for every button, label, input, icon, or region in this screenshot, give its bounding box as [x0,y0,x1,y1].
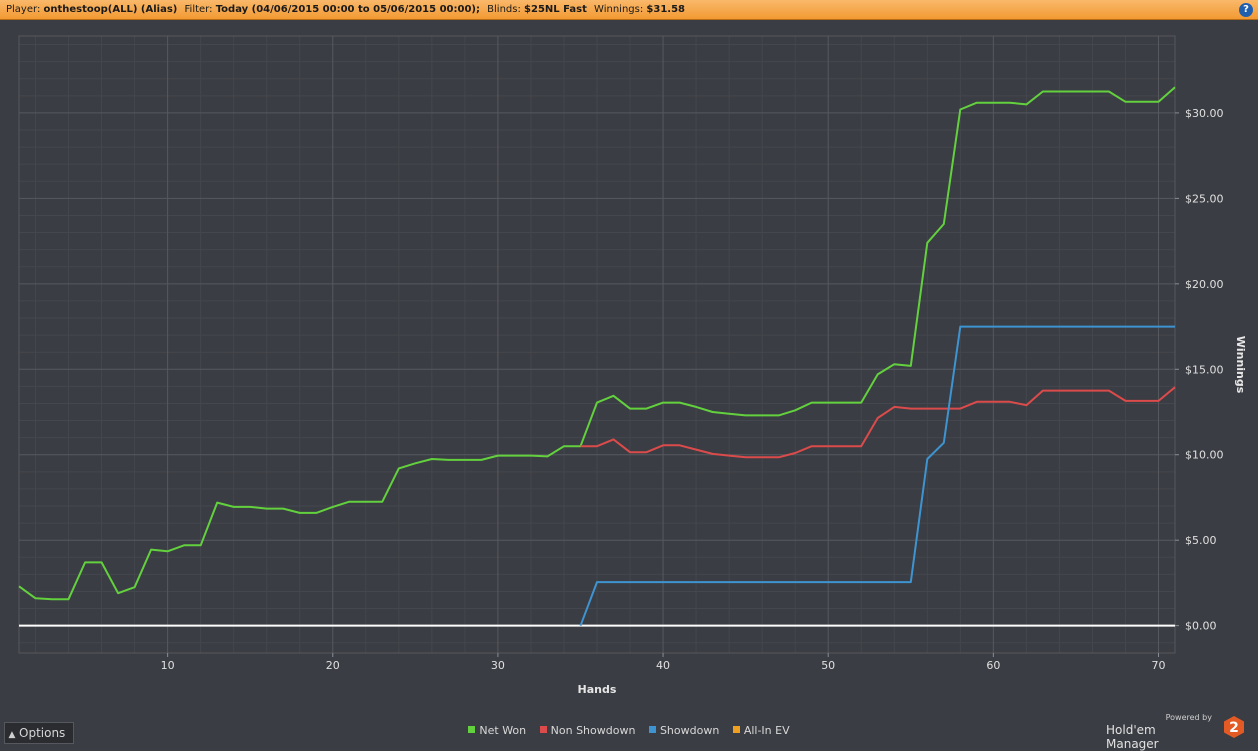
branding: Powered by Hold'em Manager 2 [1106,712,1246,751]
legend-label: Net Won [479,724,527,737]
x-tick-label: 40 [656,659,670,672]
y-tick-label: $20.00 [1185,278,1224,291]
legend-swatch [539,726,547,733]
x-tick-label: 10 [161,659,175,672]
y-tick-label: $5.00 [1185,534,1217,547]
legend-swatch [468,726,476,733]
x-axis-label: Hands [578,683,617,696]
x-tick-label: 70 [1151,659,1165,672]
legend-item-non-showdown[interactable]: Non Showdown [539,724,636,737]
x-tick-label: 30 [491,659,505,672]
y-tick-label: $10.00 [1185,449,1224,462]
legend-label: Non Showdown [550,724,636,737]
y-tick-label: $25.00 [1185,192,1224,205]
y-tick-label: $15.00 [1185,363,1224,376]
x-tick-label: 20 [326,659,340,672]
winnings-chart: 10 20 30 40 50 60 70 $0.00 $5.00 $10.00 $15.00 $20… [18,35,1247,696]
legend-item-showdown[interactable]: Showdown [648,724,720,737]
y-tick-label: $0.00 [1185,620,1217,633]
series-line-non-showdown [580,386,1176,459]
minor-gridlines [19,36,1175,653]
legend-swatch [732,726,740,733]
series-line-showdown [579,325,1175,627]
legend-label: Showdown [659,724,720,737]
hem2-logo-icon: 2 [1224,716,1244,738]
y-axis-ticks: $0.00 $5.00 $10.00 $15.00 $20.00 $25.00 $30.00 [1175,107,1224,633]
x-axis-ticks: 10 20 30 40 50 60 70 [161,653,1165,672]
y-axis-label: Winnings [1234,336,1247,394]
legend-item-all-in-ev[interactable]: All-In EV [732,724,790,737]
logo-digit: 2 [1229,720,1239,736]
chart-legend: Net Won Non Showdown Showdown All-In EV [0,724,1258,737]
legend-item-net-won[interactable]: Net Won [468,724,526,737]
x-tick-label: 60 [986,659,1000,672]
legend-label: All-In EV [743,724,790,737]
legend-swatch [648,726,656,733]
y-tick-label: $30.00 [1185,107,1224,120]
powered-by-text: Powered by [1165,713,1212,722]
x-tick-label: 50 [821,659,835,672]
brand-name: Hold'em Manager [1106,723,1159,751]
